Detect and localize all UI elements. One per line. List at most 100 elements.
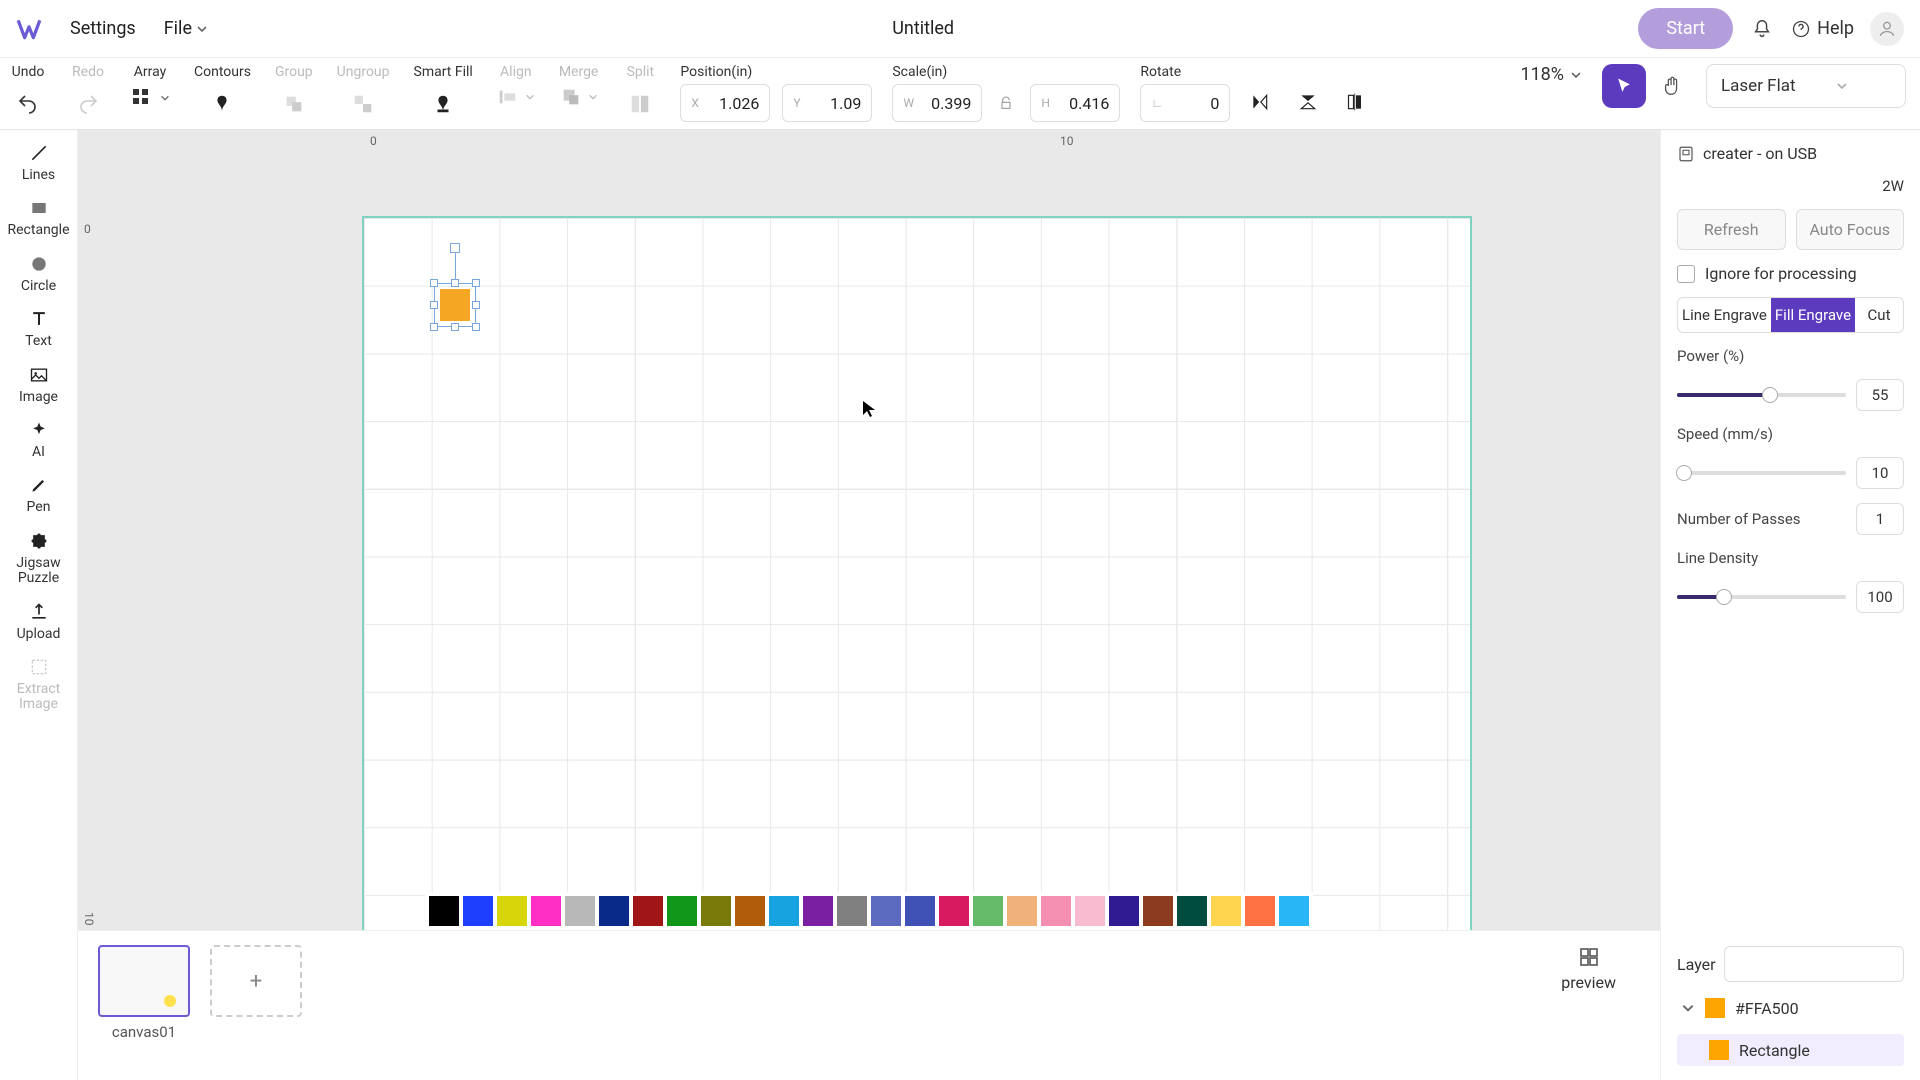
color-swatch[interactable]: [735, 896, 765, 926]
selected-rectangle-object[interactable]: [434, 283, 476, 327]
canvas-area[interactable]: 0 10 0 10: [78, 130, 1660, 1080]
upload-tool[interactable]: Upload: [0, 597, 77, 646]
position-y-field[interactable]: Y1.09: [782, 84, 872, 122]
color-swatch[interactable]: [803, 896, 833, 926]
aspect-lock-button[interactable]: [994, 84, 1018, 122]
power-slider[interactable]: [1677, 393, 1846, 397]
tab-fill-engrave[interactable]: Fill Engrave: [1771, 298, 1855, 332]
file-menu[interactable]: File: [164, 18, 208, 39]
position-x-field[interactable]: X1.026: [680, 84, 770, 122]
color-swatch[interactable]: [429, 896, 459, 926]
start-button[interactable]: Start: [1638, 8, 1733, 49]
contours-label: Contours: [194, 64, 251, 80]
color-swatch[interactable]: [463, 896, 493, 926]
color-swatch[interactable]: [1109, 896, 1139, 926]
color-swatch[interactable]: [1211, 896, 1241, 926]
refresh-button[interactable]: Refresh: [1677, 209, 1786, 250]
color-swatch[interactable]: [905, 896, 935, 926]
color-swatch[interactable]: [837, 896, 867, 926]
contours-button[interactable]: [204, 86, 240, 122]
color-swatch[interactable]: [1075, 896, 1105, 926]
color-swatch[interactable]: [1279, 896, 1309, 926]
scale-h-field[interactable]: H0.416: [1030, 84, 1120, 122]
group-button[interactable]: [276, 86, 312, 122]
tab-cut[interactable]: Cut: [1855, 298, 1903, 332]
wattage-badge: 2W: [1882, 177, 1904, 195]
resize-handle-n[interactable]: [451, 279, 459, 287]
color-swatch[interactable]: [599, 896, 629, 926]
undo-button[interactable]: [10, 86, 46, 122]
color-swatch[interactable]: [769, 896, 799, 926]
resize-handle-se[interactable]: [472, 323, 480, 331]
color-swatch[interactable]: [973, 896, 1003, 926]
image-tool[interactable]: Image: [0, 360, 77, 409]
passes-value-field[interactable]: 1: [1856, 503, 1904, 535]
ignore-processing-checkbox[interactable]: Ignore for processing: [1677, 264, 1904, 283]
resize-handle-s[interactable]: [451, 323, 459, 331]
color-swatch[interactable]: [1245, 896, 1275, 926]
settings-menu[interactable]: Settings: [70, 18, 136, 39]
power-value-field[interactable]: 55: [1856, 379, 1904, 411]
ai-tool[interactable]: AI: [0, 415, 77, 464]
flip-horizontal-button[interactable]: [1242, 84, 1278, 120]
color-swatch[interactable]: [531, 896, 561, 926]
notifications-icon[interactable]: [1749, 16, 1775, 42]
pan-tool-button[interactable]: [1650, 64, 1694, 108]
color-swatch[interactable]: [1007, 896, 1037, 926]
resize-handle-ne[interactable]: [472, 279, 480, 287]
smart-fill-button[interactable]: [425, 86, 461, 122]
color-swatch[interactable]: [667, 896, 697, 926]
lines-tool[interactable]: Lines: [0, 138, 77, 187]
color-swatch[interactable]: [1177, 896, 1207, 926]
flip-vertical-button[interactable]: [1290, 84, 1326, 120]
merge-button[interactable]: [560, 86, 598, 108]
resize-handle-sw[interactable]: [430, 323, 438, 331]
select-tool-button[interactable]: [1602, 64, 1646, 108]
speed-slider[interactable]: [1677, 471, 1846, 475]
split-button[interactable]: [622, 86, 658, 122]
extract-image-tool[interactable]: Extract Image: [0, 652, 77, 717]
help-button[interactable]: Help: [1791, 18, 1854, 39]
density-value-field[interactable]: 100: [1856, 581, 1904, 613]
preview-button[interactable]: preview: [1561, 945, 1616, 992]
color-swatch[interactable]: [497, 896, 527, 926]
zoom-dropdown[interactable]: 118%: [1520, 64, 1598, 85]
circle-tool[interactable]: Circle: [0, 249, 77, 298]
array-button[interactable]: [130, 86, 170, 110]
rectangle-tool[interactable]: Rectangle: [0, 193, 77, 242]
canvas-thumbnail[interactable]: [98, 945, 190, 1017]
text-tool[interactable]: Text: [0, 304, 77, 353]
tab-line-engrave[interactable]: Line Engrave: [1678, 298, 1771, 332]
layer-object-item[interactable]: Rectangle: [1677, 1034, 1904, 1066]
redo-button[interactable]: [70, 86, 106, 122]
ungroup-button[interactable]: [345, 86, 381, 122]
align-button[interactable]: [497, 86, 535, 108]
pen-tool[interactable]: Pen: [0, 470, 77, 519]
resize-handle-e[interactable]: [472, 301, 480, 309]
laser-mode-select[interactable]: Laser Flat: [1706, 64, 1906, 108]
jigsaw-tool[interactable]: Jigsaw Puzzle: [0, 526, 77, 591]
resize-handle-w[interactable]: [430, 301, 438, 309]
mirror-button[interactable]: [1338, 84, 1374, 120]
auto-focus-button[interactable]: Auto Focus: [1796, 209, 1905, 250]
rotate-field[interactable]: ∟0: [1140, 84, 1230, 122]
rotation-handle[interactable]: [450, 243, 460, 253]
color-swatch[interactable]: [701, 896, 731, 926]
color-swatch[interactable]: [633, 896, 663, 926]
position-label: Position(in): [680, 64, 872, 80]
color-swatch[interactable]: [1041, 896, 1071, 926]
scale-w-field[interactable]: W0.399: [892, 84, 982, 122]
layer-group-item[interactable]: #FFA500: [1677, 992, 1904, 1024]
color-swatch[interactable]: [565, 896, 595, 926]
split-icon: [629, 93, 651, 115]
color-swatch[interactable]: [871, 896, 901, 926]
artboard[interactable]: [362, 216, 1472, 946]
color-swatch[interactable]: [939, 896, 969, 926]
resize-handle-nw[interactable]: [430, 279, 438, 287]
layer-select[interactable]: [1724, 946, 1904, 982]
user-avatar[interactable]: [1870, 12, 1904, 46]
density-slider[interactable]: [1677, 595, 1846, 599]
add-canvas-button[interactable]: +: [210, 945, 302, 1017]
speed-value-field[interactable]: 10: [1856, 457, 1904, 489]
color-swatch[interactable]: [1143, 896, 1173, 926]
